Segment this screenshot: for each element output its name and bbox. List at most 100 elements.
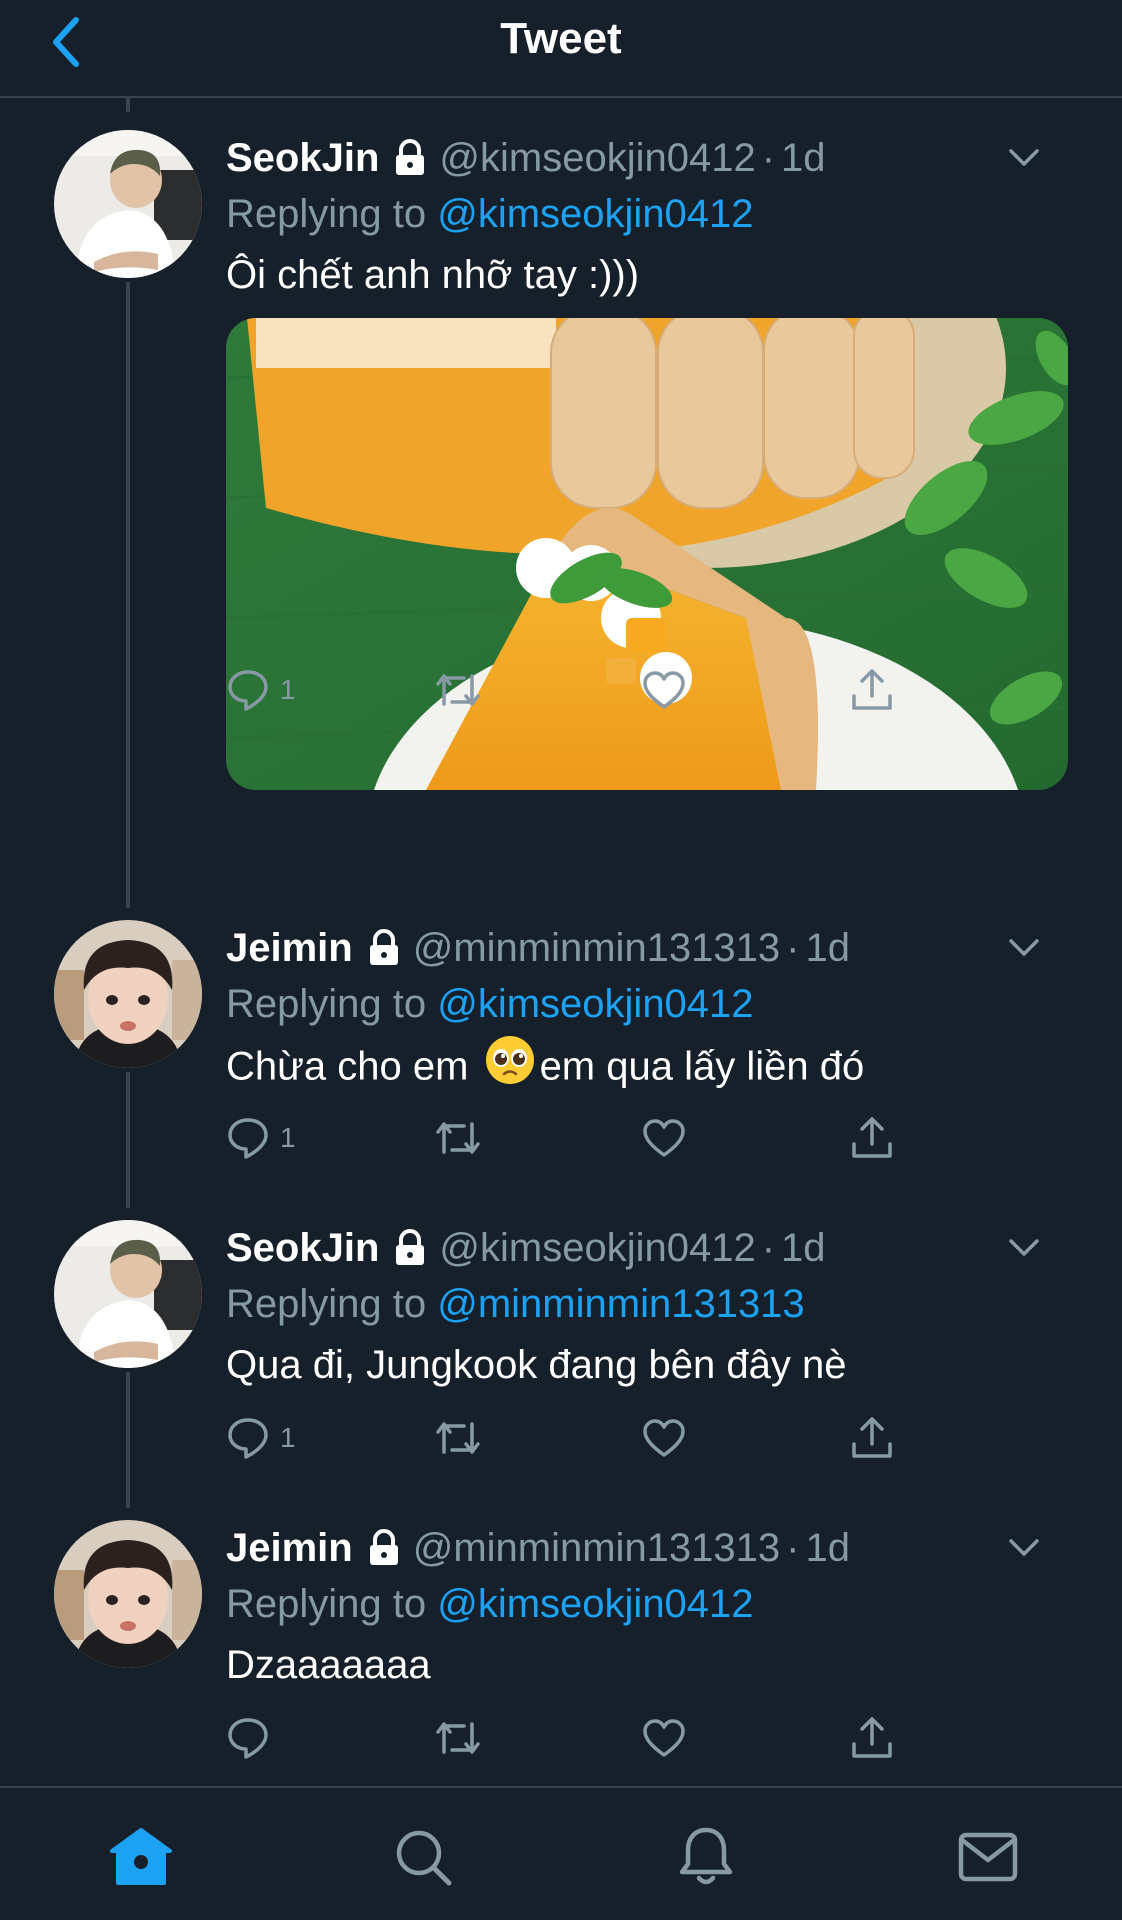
tweet-text: Dzaaaaaaa (226, 1643, 431, 1687)
reply-icon (228, 1418, 268, 1459)
share-icon (852, 1717, 892, 1758)
more-options-button[interactable] (1002, 1228, 1046, 1268)
thread-line (126, 98, 130, 112)
more-options-button[interactable] (1002, 138, 1046, 178)
replying-to-line: Replying to @kimseokjin0412 (226, 186, 1066, 242)
chevron-down-icon (1009, 1239, 1039, 1256)
tweet-thread-screen: Tweet SeokJin @kimseokjin0412 · 1d Reply… (0, 0, 1122, 1920)
bell-icon (679, 1827, 733, 1885)
replying-to-line: Replying to @kimseokjin0412 (226, 976, 1066, 1032)
share-button[interactable] (850, 1410, 894, 1466)
user-handle[interactable]: @kimseokjin0412 (439, 136, 755, 181)
display-name[interactable]: Jeimin (226, 926, 353, 971)
retweet-icon (436, 1422, 480, 1454)
share-button[interactable] (850, 1110, 894, 1166)
avatar[interactable] (54, 130, 202, 278)
share-icon (852, 1117, 892, 1158)
avatar-photo-jeimin (54, 920, 202, 1068)
tweet[interactable]: SeokJin @kimseokjin0412 · 1d Replying to… (0, 1220, 1122, 1480)
retweet-button[interactable] (434, 1410, 482, 1466)
tweet-body: Jeimin @minminmin131313 · 1d Replying to… (226, 1520, 1066, 1759)
like-button[interactable] (642, 1110, 686, 1166)
share-icon (852, 1417, 892, 1458)
tweet-text: Ôi chết anh nhỡ tay :))) (226, 253, 640, 297)
display-name[interactable]: SeokJin (226, 136, 379, 181)
tweet-text-part: em qua lấy liền đó (539, 1044, 865, 1089)
tweet-body: SeokJin @kimseokjin0412 · 1d Replying to… (226, 130, 1068, 790)
retweet-icon (436, 674, 480, 706)
reply-button[interactable] (226, 1710, 280, 1766)
display-name[interactable]: SeokJin (226, 1226, 379, 1271)
replying-to-link[interactable]: @minminmin131313 (437, 1282, 804, 1326)
page-title: Tweet (500, 14, 622, 63)
nav-search[interactable] (388, 1822, 458, 1892)
tweet[interactable]: SeokJin @kimseokjin0412 · 1d Replying to… (0, 130, 1122, 870)
reply-button[interactable]: 1 (226, 1110, 296, 1166)
tweet-body: Jeimin @minminmin131313 · 1d Replying to… (226, 920, 1066, 1159)
reply-button[interactable]: 1 (226, 1410, 296, 1466)
like-button[interactable] (642, 1410, 686, 1466)
more-options-button[interactable] (1002, 928, 1046, 968)
share-button[interactable] (850, 1710, 894, 1766)
cake-photo (226, 318, 1068, 790)
more-options-button[interactable] (1002, 1528, 1046, 1568)
nav-messages[interactable] (953, 1822, 1023, 1892)
tweet[interactable]: Jeimin @minminmin131313 · 1d Replying to… (0, 1520, 1122, 1780)
reply-icon (228, 1118, 268, 1159)
nav-home[interactable] (106, 1822, 176, 1892)
pleading-face-emoji (484, 1034, 536, 1104)
tweet-header: Jeimin @minminmin131313 · 1d (226, 920, 1066, 976)
lock-icon (393, 139, 427, 177)
reply-button[interactable]: 1 (226, 662, 296, 718)
tweet-body: SeokJin @kimseokjin0412 · 1d Replying to… (226, 1220, 1066, 1459)
chevron-down-icon (1009, 939, 1039, 956)
user-handle[interactable]: @minminmin131313 (413, 926, 780, 971)
tweet[interactable]: Jeimin @minminmin131313 · 1d Replying to… (0, 920, 1122, 1180)
home-icon (110, 1828, 172, 1885)
replying-to-line: Replying to @kimseokjin0412 (226, 1576, 1066, 1632)
chevron-down-icon (1009, 149, 1039, 166)
reply-count: 1 (280, 1422, 296, 1453)
separator-dot: · (786, 1525, 800, 1570)
avatar[interactable] (54, 920, 202, 1068)
avatar[interactable] (54, 1520, 202, 1668)
tweet-header: SeokJin @kimseokjin0412 · 1d (226, 1220, 1066, 1276)
avatar[interactable] (54, 1220, 202, 1368)
separator-dot: · (786, 925, 800, 970)
nav-notifications[interactable] (671, 1822, 741, 1892)
search-icon (396, 1830, 452, 1886)
retweet-button[interactable] (434, 1110, 482, 1166)
user-handle[interactable]: @kimseokjin0412 (439, 1226, 755, 1271)
timestamp: 1d (805, 925, 851, 970)
avatar-photo-jeimin (54, 1520, 202, 1668)
replying-to-label: Replying to (226, 1282, 438, 1326)
retweet-icon (436, 1722, 480, 1754)
replying-to-label: Replying to (226, 192, 438, 236)
reply-icon (228, 670, 268, 711)
replying-to-link[interactable]: @kimseokjin0412 (437, 1582, 753, 1626)
timestamp: 1d (781, 1225, 826, 1270)
heart-icon (643, 1419, 685, 1457)
retweet-button[interactable] (434, 1710, 482, 1766)
retweet-button[interactable] (434, 662, 482, 718)
replying-to-line: Replying to @minminmin131313 (226, 1276, 1066, 1332)
avatar-photo-seokjin (54, 130, 202, 278)
replying-to-link[interactable]: @kimseokjin0412 (437, 982, 753, 1026)
replying-to-link[interactable]: @kimseokjin0412 (437, 192, 753, 236)
user-handle[interactable]: @minminmin131313 (413, 1526, 780, 1571)
display-name[interactable]: Jeimin (226, 1526, 353, 1571)
heart-icon (643, 1719, 685, 1757)
tweet-actions (226, 1710, 1066, 1766)
chevron-down-icon (1009, 1539, 1039, 1556)
tweet-text: Chừa cho em em qua lấy liền đó (226, 1034, 1066, 1096)
share-button[interactable] (850, 662, 894, 718)
heart-icon (643, 1119, 685, 1157)
bottom-navigation (0, 1786, 1122, 1920)
tweet-text-part: Chừa cho em (226, 1044, 480, 1089)
tweet-actions: 1 (226, 1410, 1066, 1466)
like-button[interactable] (642, 662, 686, 718)
like-button[interactable] (642, 1710, 686, 1766)
retweet-icon (436, 1122, 480, 1154)
tweet-media-image[interactable] (226, 318, 1068, 790)
reply-count: 1 (280, 674, 296, 705)
